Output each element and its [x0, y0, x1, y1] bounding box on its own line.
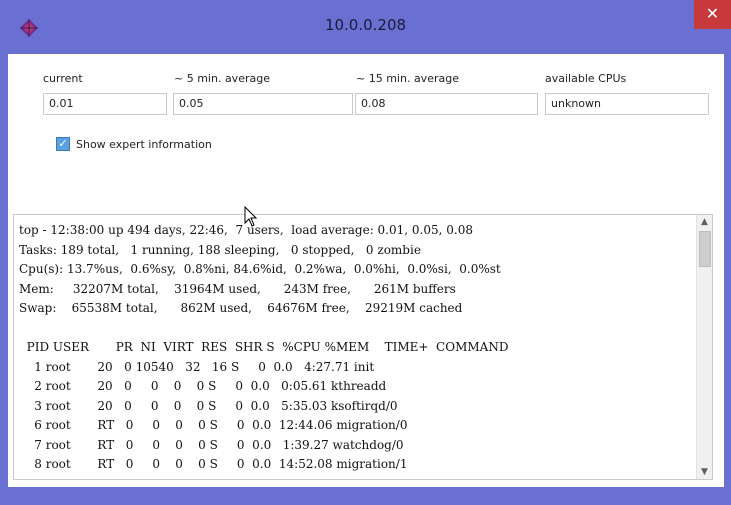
scroll-down-icon[interactable]: ▼ — [697, 465, 712, 479]
top-output-panel[interactable]: top - 12:38:00 up 494 days, 22:46, 7 use… — [13, 214, 713, 480]
scroll-thumb[interactable] — [699, 231, 711, 267]
app-window: 10.0.0.208 ✕ current ~ 5 min. average ~ … — [0, 0, 731, 505]
scroll-up-icon[interactable]: ▲ — [697, 215, 712, 229]
terminal-line: 2 root 20 0 0 0 0 S 0 0.0 0:05.61 kthrea… — [19, 379, 387, 393]
expert-info-label: Show expert information — [76, 137, 212, 151]
avg-5min-field[interactable]: 0.05 — [173, 93, 353, 115]
close-button[interactable]: ✕ — [694, 0, 731, 29]
terminal-line: Swap: 65538M total, 862M used, 64676M fr… — [19, 301, 463, 315]
terminal-line: Mem: 32207M total, 31964M used, 243M fre… — [19, 281, 456, 296]
terminal-line: 3 root 20 0 0 0 0 S 0 0.0 5:35.03 ksofti… — [19, 398, 398, 413]
avg-15min-label: ~ 15 min. average — [356, 72, 459, 85]
terminal-line: top - 12:38:00 up 494 days, 22:46, 7 use… — [19, 223, 473, 237]
avg-15min-field[interactable]: 0.08 — [355, 93, 538, 115]
current-field[interactable]: 0.01 — [43, 93, 167, 115]
available-cpus-field[interactable]: unknown — [545, 93, 709, 115]
window-title: 10.0.0.208 — [324, 16, 407, 34]
title-bar[interactable]: 10.0.0.208 ✕ — [0, 0, 731, 54]
avg-5min-label: ~ 5 min. average — [174, 72, 270, 85]
vertical-scrollbar[interactable]: ▲ ▼ — [696, 215, 712, 479]
dialog-body: current ~ 5 min. average ~ 15 min. avera… — [8, 54, 724, 487]
terminal-line: PID USER PR NI VIRT RES SHR S %CPU %MEM … — [19, 340, 509, 354]
terminal-line: Cpu(s): 13.7%us, 0.6%sy, 0.8%ni, 84.6%id… — [19, 262, 501, 276]
terminal-line: 7 root RT 0 0 0 0 S 0 0.0 1:39.27 watchd… — [19, 437, 404, 452]
current-label: current — [43, 72, 83, 85]
expert-info-checkbox[interactable]: ✓ — [56, 137, 70, 151]
top-output-text: top - 12:38:00 up 494 days, 22:46, 7 use… — [19, 221, 508, 475]
terminal-line: 6 root RT 0 0 0 0 S 0 0.0 12:44.06 migra… — [19, 418, 408, 432]
terminal-line: Tasks: 189 total, 1 running, 188 sleepin… — [19, 242, 421, 257]
expert-info-toggle[interactable]: ✓ Show expert information — [56, 136, 212, 152]
terminal-line: 1 root 20 0 10540 32 16 S 0 0.0 4:27.71 … — [19, 359, 375, 374]
available-cpus-label: available CPUs — [545, 72, 627, 85]
terminal-line: 8 root RT 0 0 0 0 S 0 0.0 14:52.08 migra… — [19, 457, 408, 471]
